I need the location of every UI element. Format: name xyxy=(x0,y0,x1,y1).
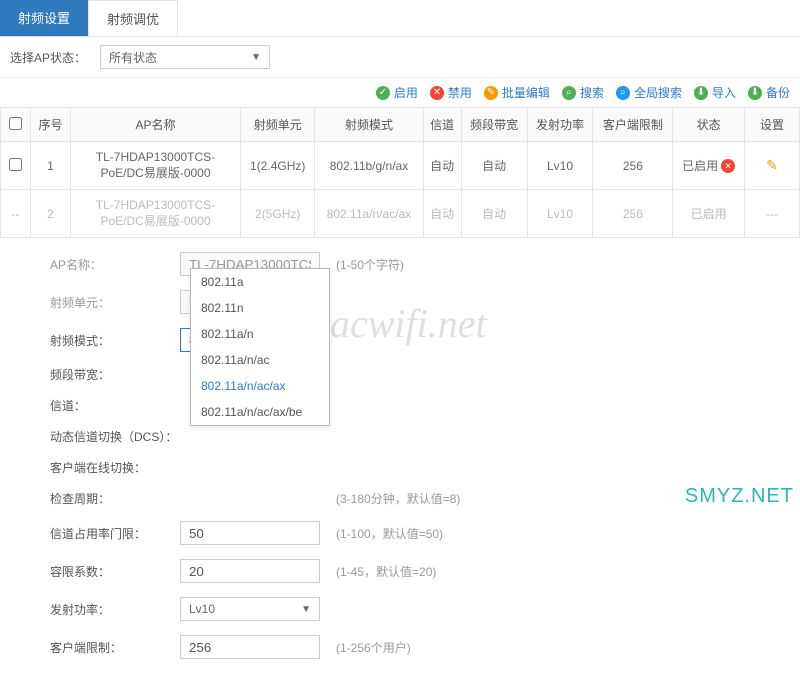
mode-option[interactable]: 802.11a/n xyxy=(191,321,329,347)
search-button[interactable]: ⌕搜索 xyxy=(562,84,604,101)
check-label: 检查周期： xyxy=(50,490,180,507)
check-icon: ✓ xyxy=(376,86,390,100)
ap-table: 序号 AP名称 射频单元 射频模式 信道 频段带宽 发射功率 客户端限制 状态 … xyxy=(0,107,800,238)
clientsw-label: 客户端在线切换： xyxy=(50,459,180,476)
mode-option[interactable]: 802.11a/n/ac xyxy=(191,347,329,373)
disable-button[interactable]: ✕禁用 xyxy=(430,84,472,101)
tol-hint: (1-45，默认值=20) xyxy=(336,563,436,580)
mode-option[interactable]: 802.11a/n/ac/ax/be xyxy=(191,399,329,425)
col-status: 状态 xyxy=(673,108,745,142)
col-seq: 序号 xyxy=(31,108,71,142)
ap-status-select[interactable]: 所有状态 ▼ xyxy=(100,45,270,69)
mode-dropdown[interactable]: 802.11a 802.11n 802.11a/n 802.11a/n/ac 8… xyxy=(190,268,330,426)
global-search-button[interactable]: ⌕全局搜索 xyxy=(616,84,682,101)
table-row: -- 2 TL-7HDAP13000TCS-PoE/DC易展版-0000 2(5… xyxy=(1,190,800,238)
client-input[interactable] xyxy=(180,635,320,659)
table-row: 1 TL-7HDAP13000TCS-PoE/DC易展版-0000 1(2.4G… xyxy=(1,142,800,190)
col-client: 客户端限制 xyxy=(593,108,673,142)
select-all-checkbox[interactable] xyxy=(9,117,22,130)
client-hint: (1-256个用户) xyxy=(336,639,411,656)
apname-label: AP名称： xyxy=(50,256,180,273)
edit-icon[interactable]: ✎ xyxy=(766,157,778,173)
col-power: 发射功率 xyxy=(527,108,593,142)
search-icon: ⌕ xyxy=(616,86,630,100)
channel-label: 信道： xyxy=(50,397,180,414)
power-select[interactable]: Lv10▼ xyxy=(180,597,320,621)
col-mode: 射频模式 xyxy=(315,108,423,142)
x-circle-icon[interactable]: ✕ xyxy=(721,159,735,173)
brand-label: SMYZ.NET xyxy=(685,485,794,508)
dcs-label: 动态信道切换（DCS）： xyxy=(50,428,210,445)
col-bw: 频段带宽 xyxy=(461,108,527,142)
col-setting: 设置 xyxy=(745,108,800,142)
download-icon: ⬇ xyxy=(748,86,762,100)
power-label: 发射功率： xyxy=(50,601,180,618)
col-name: AP名称 xyxy=(71,108,241,142)
search-icon: ⌕ xyxy=(562,86,576,100)
util-input[interactable] xyxy=(180,521,320,545)
bw-label: 频段带宽： xyxy=(50,366,180,383)
mode-label: 射频模式： xyxy=(50,332,180,349)
util-label: 信道占用率门限： xyxy=(50,525,180,542)
mode-option-selected[interactable]: 802.11a/n/ac/ax xyxy=(191,373,329,399)
detail-form: AP名称：(1-50个字符) 射频单元：5GHz▼ 射频模式：802.11a/n… xyxy=(0,238,800,683)
col-channel: 信道 xyxy=(423,108,461,142)
row-checkbox[interactable] xyxy=(9,158,22,171)
tol-input[interactable] xyxy=(180,559,320,583)
mode-option[interactable]: 802.11n xyxy=(191,295,329,321)
mode-option[interactable]: 802.11a xyxy=(191,269,329,295)
x-icon: ✕ xyxy=(430,86,444,100)
util-hint: (1-100，默认值=50) xyxy=(336,525,443,542)
pencil-icon: ✎ xyxy=(484,86,498,100)
client-label: 客户端限制： xyxy=(50,639,180,656)
download-icon: ⬇ xyxy=(694,86,708,100)
check-hint: (3-180分钟，默认值=8) xyxy=(336,490,460,507)
tab-rf-tuning[interactable]: 射频调优 xyxy=(88,0,178,36)
tab-rf-settings[interactable]: 射频设置 xyxy=(0,0,88,36)
batch-edit-button[interactable]: ✎批量编辑 xyxy=(484,84,550,101)
status-badge: 已启用✕ xyxy=(682,157,735,174)
unit-label: 射频单元： xyxy=(50,294,180,311)
chevron-down-icon: ▼ xyxy=(301,604,311,615)
filter-label: 选择AP状态： xyxy=(10,49,86,66)
col-unit: 射频单元 xyxy=(241,108,315,142)
apname-hint: (1-50个字符) xyxy=(336,256,404,273)
chevron-down-icon: ▼ xyxy=(251,52,261,63)
enable-button[interactable]: ✓启用 xyxy=(376,84,418,101)
ap-status-value: 所有状态 xyxy=(109,49,157,66)
import-button[interactable]: ⬇导入 xyxy=(694,84,736,101)
tol-label: 容限系数： xyxy=(50,563,180,580)
backup-button[interactable]: ⬇备份 xyxy=(748,84,790,101)
